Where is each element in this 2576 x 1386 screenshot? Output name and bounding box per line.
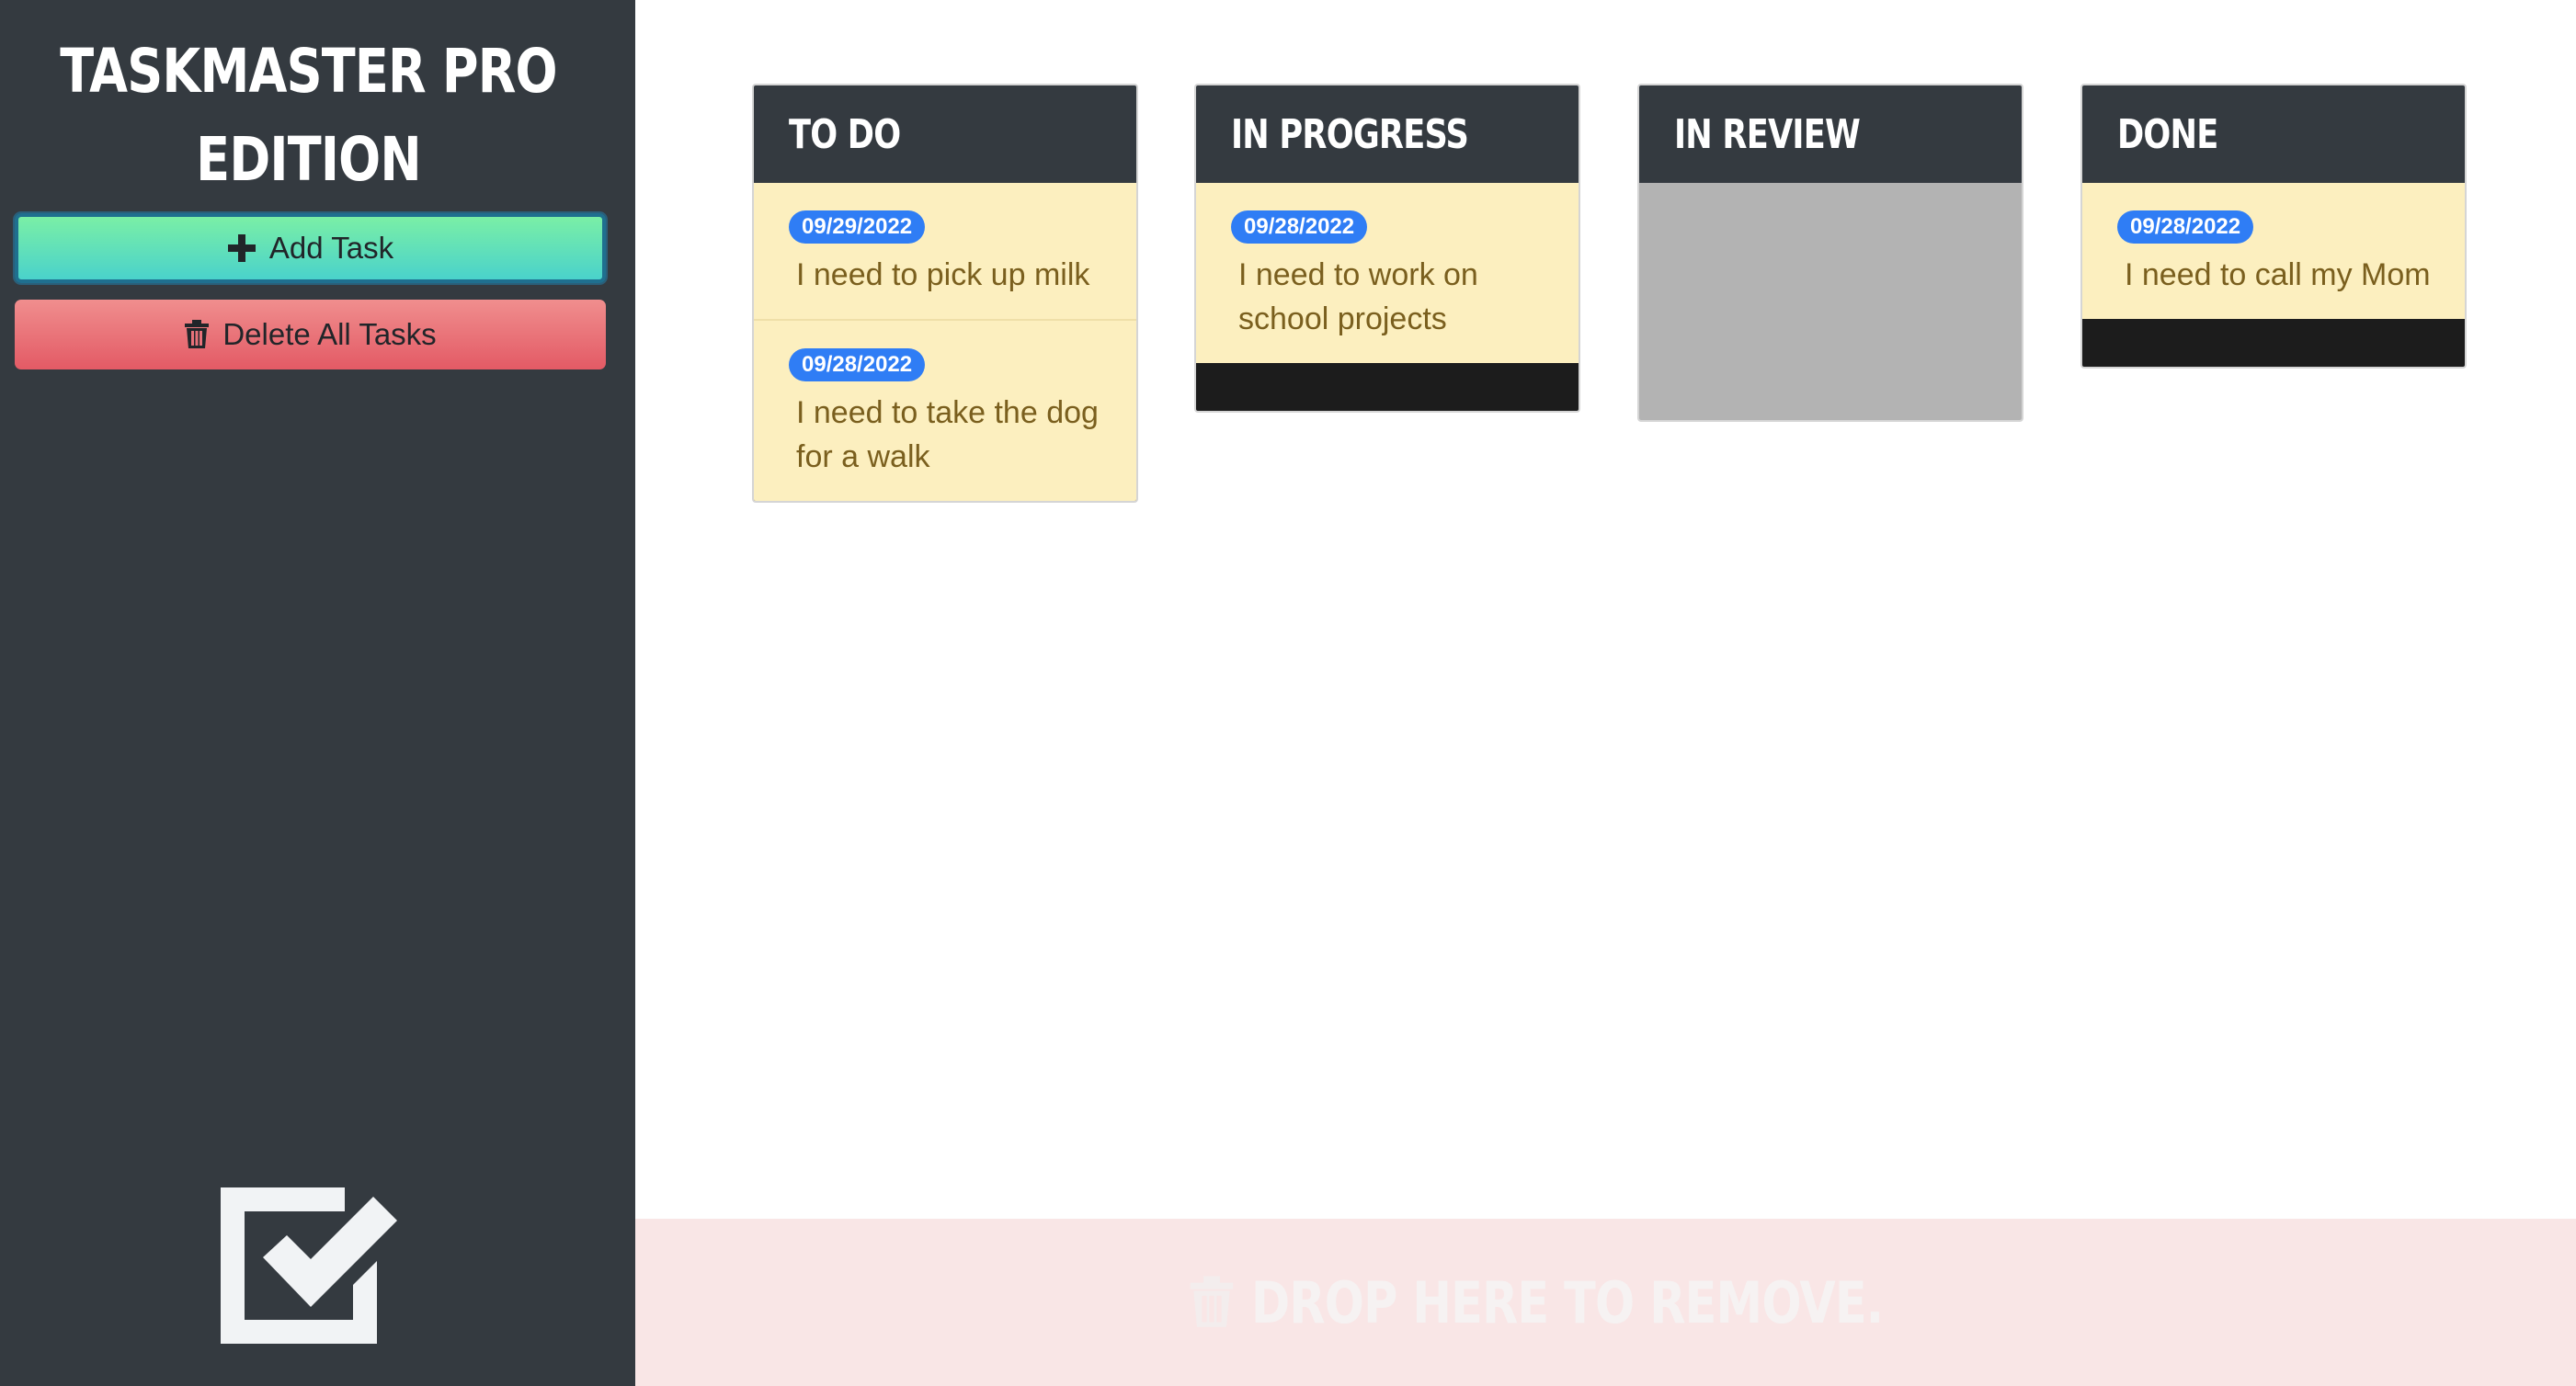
add-task-button[interactable]: Add Task — [15, 213, 606, 283]
column-task-list: 09/29/2022 I need to pick up milk 09/28/… — [754, 183, 1136, 501]
task-card[interactable]: 09/28/2022 I need to take the dog for a … — [754, 321, 1136, 501]
column-title: TO DO — [789, 110, 901, 158]
column-header: TO DO — [754, 85, 1136, 183]
trash-icon — [184, 320, 210, 349]
delete-all-tasks-button[interactable]: Delete All Tasks — [15, 300, 606, 369]
app-title-line2: EDITION — [196, 124, 421, 195]
task-card[interactable]: 09/29/2022 I need to pick up milk — [754, 183, 1136, 321]
task-text: I need to take the dog for a walk — [796, 395, 1099, 474]
task-text: I need to work on school projects — [1238, 257, 1478, 336]
task-date-badge: 09/28/2022 — [789, 348, 926, 381]
task-date-badge: 09/29/2022 — [789, 210, 926, 244]
column-header: DONE — [2082, 85, 2465, 183]
column-header: IN REVIEW — [1639, 85, 2022, 183]
task-text: I need to pick up milk — [796, 257, 1090, 292]
task-card[interactable]: 09/28/2022 I need to call my Mom — [2082, 183, 2465, 319]
column-done: DONE 09/28/2022 I need to call my Mom — [2080, 84, 2467, 369]
drop-zone-label: DROP HERE TO REMOVE. — [1251, 1268, 1884, 1336]
app-title-line1: TASKMASTER PRO — [60, 36, 557, 107]
trash-icon — [1189, 1270, 1235, 1335]
task-date-badge: 09/28/2022 — [1231, 210, 1368, 244]
column-title: DONE — [2117, 110, 2218, 158]
sidebar: TASKMASTER PRO EDITION Add Task Delete A… — [0, 0, 635, 1386]
plus-icon — [227, 233, 256, 263]
task-text: I need to call my Mom — [2125, 257, 2431, 292]
column-in-progress: IN PROGRESS 09/28/2022 I need to work on… — [1194, 84, 1580, 413]
drop-zone-remove[interactable]: DROP HERE TO REMOVE. — [635, 1219, 2576, 1386]
delete-all-tasks-label: Delete All Tasks — [222, 317, 437, 351]
task-date-badge: 09/28/2022 — [2117, 210, 2254, 244]
column-task-list: 09/28/2022 I need to call my Mom — [2082, 183, 2465, 367]
column-todo: TO DO 09/29/2022 I need to pick up milk … — [752, 84, 1138, 503]
task-card[interactable]: 09/28/2022 I need to work on school proj… — [1196, 183, 1579, 363]
column-task-list: 09/28/2022 I need to work on school proj… — [1196, 183, 1579, 411]
column-header: IN PROGRESS — [1196, 85, 1579, 183]
column-task-list[interactable] — [1639, 183, 2022, 420]
app-title: TASKMASTER PRO EDITION — [55, 28, 561, 204]
column-title: IN REVIEW — [1674, 110, 1861, 158]
checkbox-checked-icon — [221, 1187, 397, 1344]
column-title: IN PROGRESS — [1231, 110, 1469, 158]
add-task-label: Add Task — [268, 231, 394, 265]
column-in-review: IN REVIEW — [1637, 84, 2023, 422]
